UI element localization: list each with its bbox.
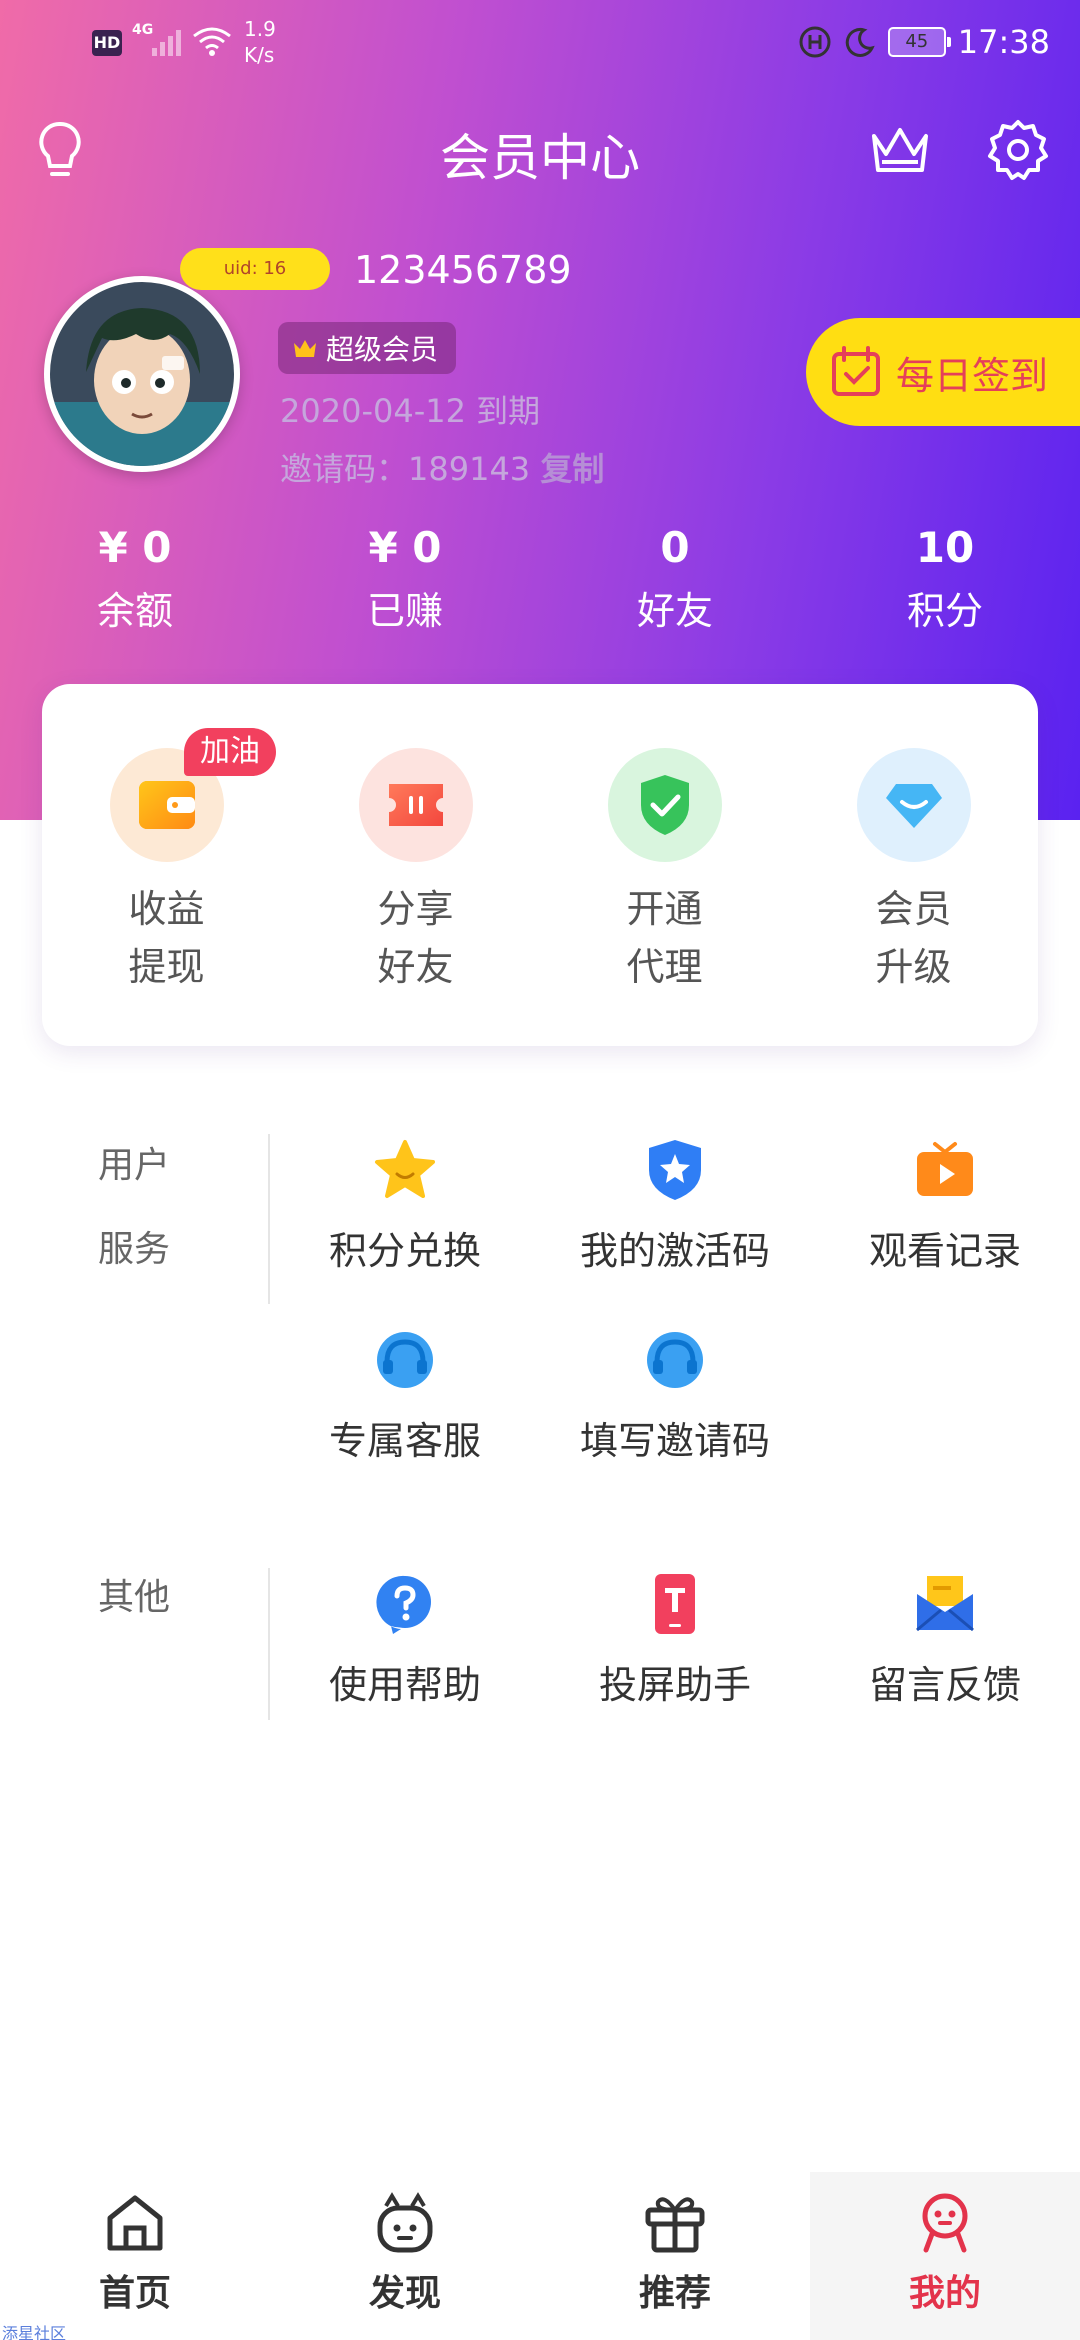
service-label: 观看记录	[868, 1229, 1021, 1273]
tab-discover[interactable]: 发现	[270, 2172, 540, 2340]
stats-row: ¥ 0 余额 ¥ 0 已赚 0 好友 10 积分	[0, 520, 1080, 650]
avatar-image	[50, 282, 234, 466]
stat-points[interactable]: 10 积分	[810, 520, 1080, 650]
star-shield-icon	[649, 1140, 701, 1200]
status-time: 17:38	[957, 23, 1050, 61]
watermark: 添星社区	[2, 2324, 67, 2340]
exclusive-support-button[interactable]: 专属客服	[270, 1328, 540, 1465]
ticket-icon	[358, 748, 473, 862]
section-title: 其他	[98, 1577, 171, 1618]
cheer-badge: 加油	[184, 728, 276, 776]
service-label: 填写邀请码	[579, 1419, 770, 1463]
username: 123456789	[354, 248, 572, 292]
tab-label: 首页	[98, 2273, 171, 2314]
my-activation-code-button[interactable]: 我的激活码	[540, 1138, 810, 1275]
stat-friends[interactable]: 0 好友	[540, 520, 810, 650]
section-title: 用户 服务	[98, 1145, 171, 1270]
stat-label: 余额	[96, 589, 173, 633]
points-exchange-button[interactable]: 积分兑换	[270, 1138, 540, 1275]
service-label: 积分兑换	[328, 1229, 481, 1273]
member-upgrade-button[interactable]: 会员 升级	[789, 748, 1038, 1046]
service-label: 使用帮助	[328, 1663, 481, 1707]
invite-code: 邀请码：189143 复制	[280, 444, 604, 490]
watch-history-button[interactable]: 观看记录	[810, 1138, 1080, 1275]
stat-value: ¥ 0	[98, 523, 172, 572]
tab-label: 推荐	[638, 2273, 711, 2314]
user-service-section: 用户 服务 积分兑换 我的激活码 观看记录 专属客服 填写邀请码	[0, 1120, 1080, 1463]
cast-icon	[655, 1574, 695, 1634]
copy-button[interactable]: 复制	[540, 450, 604, 488]
tab-recommend[interactable]: 推荐	[540, 2172, 810, 2340]
action-label: 分享 好友	[377, 887, 454, 989]
hd-badge: HD	[92, 30, 122, 56]
uid-badge: uid: 16	[180, 248, 330, 290]
stat-label: 积分	[906, 589, 983, 633]
service-label: 投屏助手	[598, 1663, 751, 1707]
calendar-check-icon	[832, 346, 880, 396]
network-speed: 1.9 K/s	[244, 17, 276, 67]
withdraw-button[interactable]: 加油 收益 提现	[42, 728, 291, 1046]
signin-label: 每日签到	[896, 353, 1049, 398]
nfc-icon	[799, 26, 831, 58]
headset-icon	[647, 1332, 703, 1388]
diamond-icon	[856, 748, 971, 862]
top-nav: 会员中心	[0, 110, 1080, 194]
signal-icon	[152, 30, 181, 56]
vip-label: 超级会员	[326, 333, 439, 366]
tab-home[interactable]: 首页	[0, 2172, 270, 2340]
discover-icon	[377, 2192, 433, 2253]
tv-play-icon	[917, 1142, 973, 1196]
help-button[interactable]: 使用帮助	[270, 1572, 540, 1709]
battery-icon: 45	[887, 27, 951, 57]
star-icon	[375, 1140, 435, 1198]
envelope-icon	[916, 1576, 974, 1632]
gift-icon	[645, 2197, 705, 2253]
stat-label: 已赚	[366, 589, 443, 633]
stat-balance[interactable]: ¥ 0 余额	[0, 520, 270, 650]
crown-small-icon	[294, 340, 316, 357]
stat-label: 好友	[636, 589, 713, 633]
service-label: 我的激活码	[579, 1229, 770, 1273]
wifi-icon	[193, 27, 231, 56]
home-icon	[107, 2195, 163, 2251]
stat-earned[interactable]: ¥ 0 已赚	[270, 520, 540, 650]
gear-icon[interactable]	[986, 118, 1050, 182]
open-agent-button[interactable]: 开通 代理	[540, 748, 789, 1046]
crown-icon[interactable]	[868, 122, 932, 178]
cast-assistant-button[interactable]: 投屏助手	[540, 1572, 810, 1709]
tab-mine[interactable]: 我的	[810, 2172, 1080, 2340]
tab-label: 我的	[908, 2273, 981, 2314]
shield-check-icon	[607, 748, 722, 862]
invite-code-text: 邀请码：189143	[280, 450, 531, 488]
expire-date: 2020-04-12 到期	[280, 392, 541, 430]
action-label: 开通 代理	[626, 887, 703, 989]
help-icon	[376, 1575, 431, 1634]
action-card: 加油 收益 提现 分享 好友 开通 代理 会员 升级	[42, 684, 1038, 1046]
action-label: 会员 升级	[875, 887, 952, 989]
avatar[interactable]	[44, 276, 240, 472]
share-friends-button[interactable]: 分享 好友	[291, 748, 540, 1046]
service-label: 留言反馈	[868, 1663, 1021, 1707]
feedback-button[interactable]: 留言反馈	[810, 1572, 1080, 1709]
status-bar: HD 4G 1.9 K/s 45 17:38	[0, 0, 1080, 84]
enter-invite-code-button[interactable]: 填写邀请码	[540, 1328, 810, 1465]
bottom-nav: 首页 发现 推荐 我的	[0, 2172, 1080, 2340]
daily-signin-button[interactable]: 每日签到	[806, 318, 1080, 426]
other-section: 其他 使用帮助 投屏助手 留言反馈	[0, 1552, 1080, 1732]
stat-value: 10	[915, 523, 975, 572]
stat-value: 0	[660, 523, 690, 572]
vip-badge: 超级会员	[278, 322, 457, 374]
tab-label: 发现	[368, 2273, 441, 2314]
profile-icon	[922, 2193, 968, 2253]
headset-icon	[377, 1332, 433, 1388]
moon-icon	[845, 27, 875, 57]
stat-value: ¥ 0	[368, 523, 442, 572]
service-label: 专属客服	[328, 1419, 481, 1463]
action-label: 收益 提现	[128, 887, 205, 989]
